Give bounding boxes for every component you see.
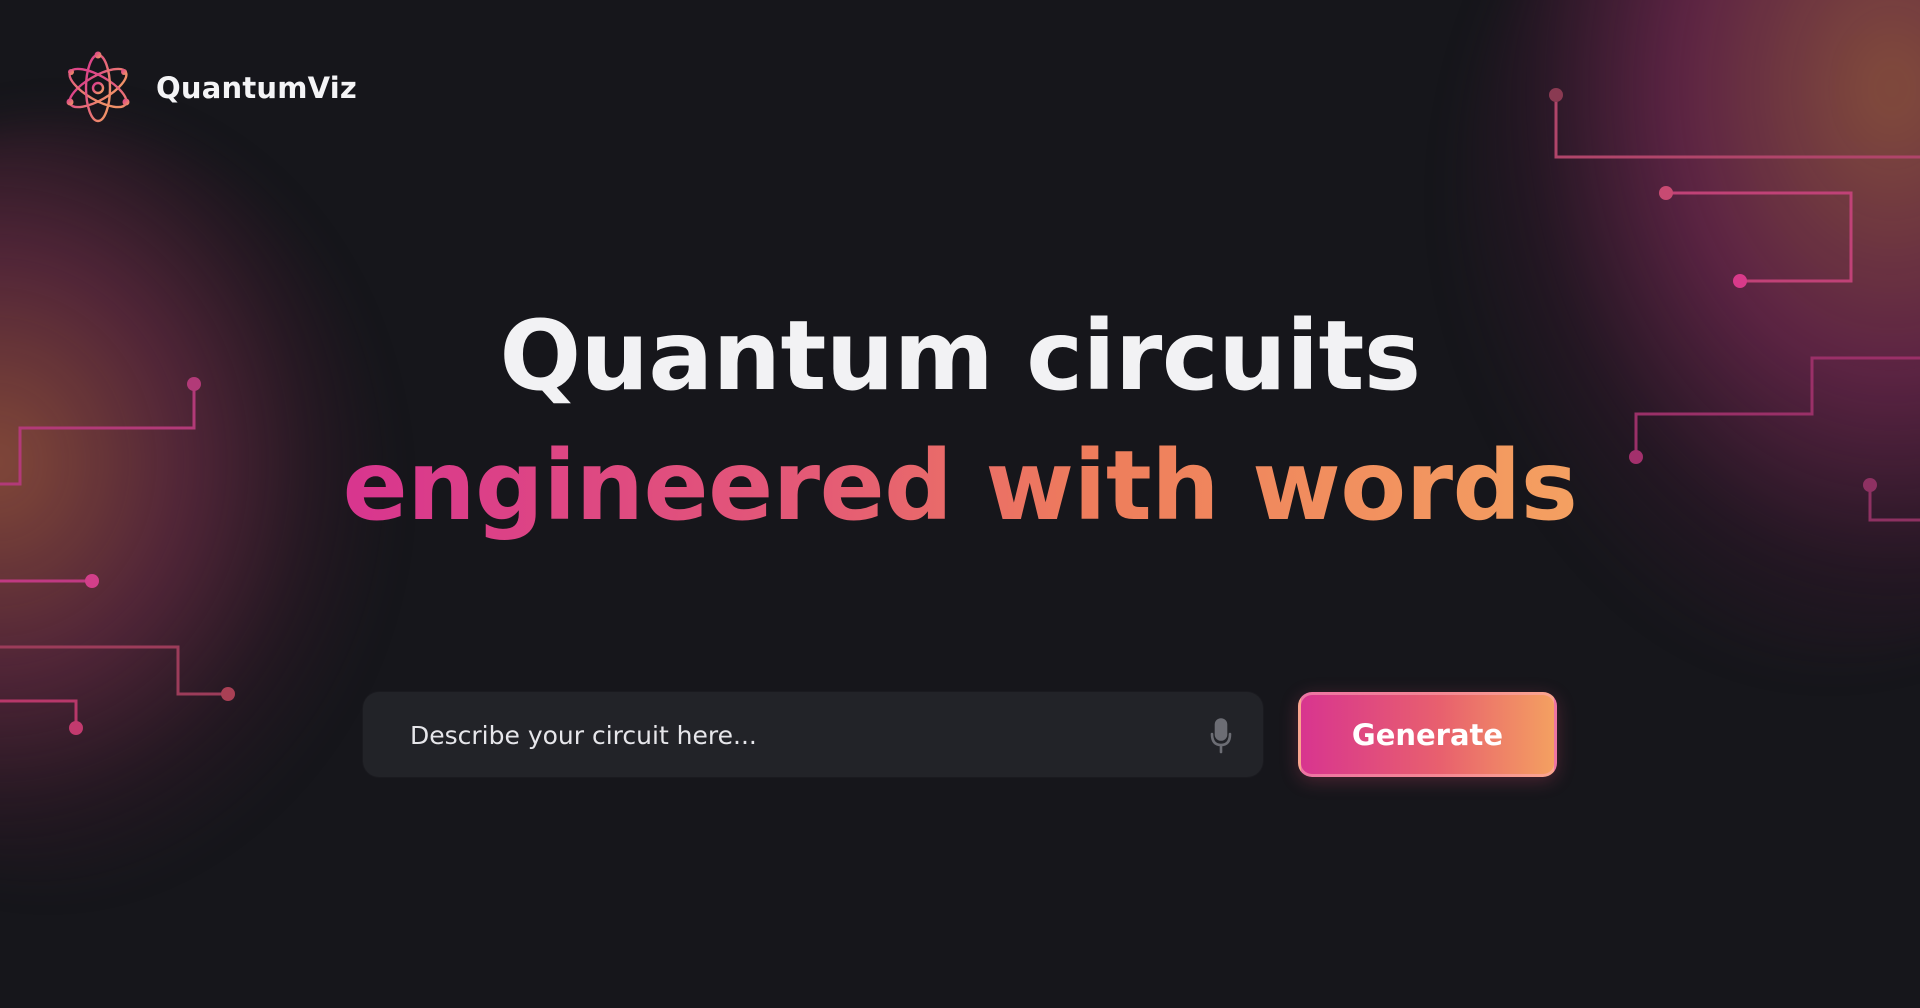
brand[interactable]: QuantumViz (62, 50, 357, 126)
generate-button[interactable]: Generate (1298, 692, 1557, 777)
brand-name: QuantumViz (156, 71, 357, 105)
prompt-field[interactable] (363, 692, 1263, 779)
hero-heading: Quantum circuits engineered with words (0, 296, 1920, 556)
circuit-description-input[interactable] (408, 692, 1172, 779)
prompt-form: Generate (363, 692, 1557, 779)
microphone-icon[interactable] (1209, 718, 1233, 754)
hero-title-line1: Quantum circuits (499, 300, 1421, 412)
landing-page: QuantumViz Quantum circuits engineered w… (0, 0, 1920, 1008)
atom-icon (66, 51, 130, 123)
hero-title-line2: engineered with words (343, 416, 1578, 556)
